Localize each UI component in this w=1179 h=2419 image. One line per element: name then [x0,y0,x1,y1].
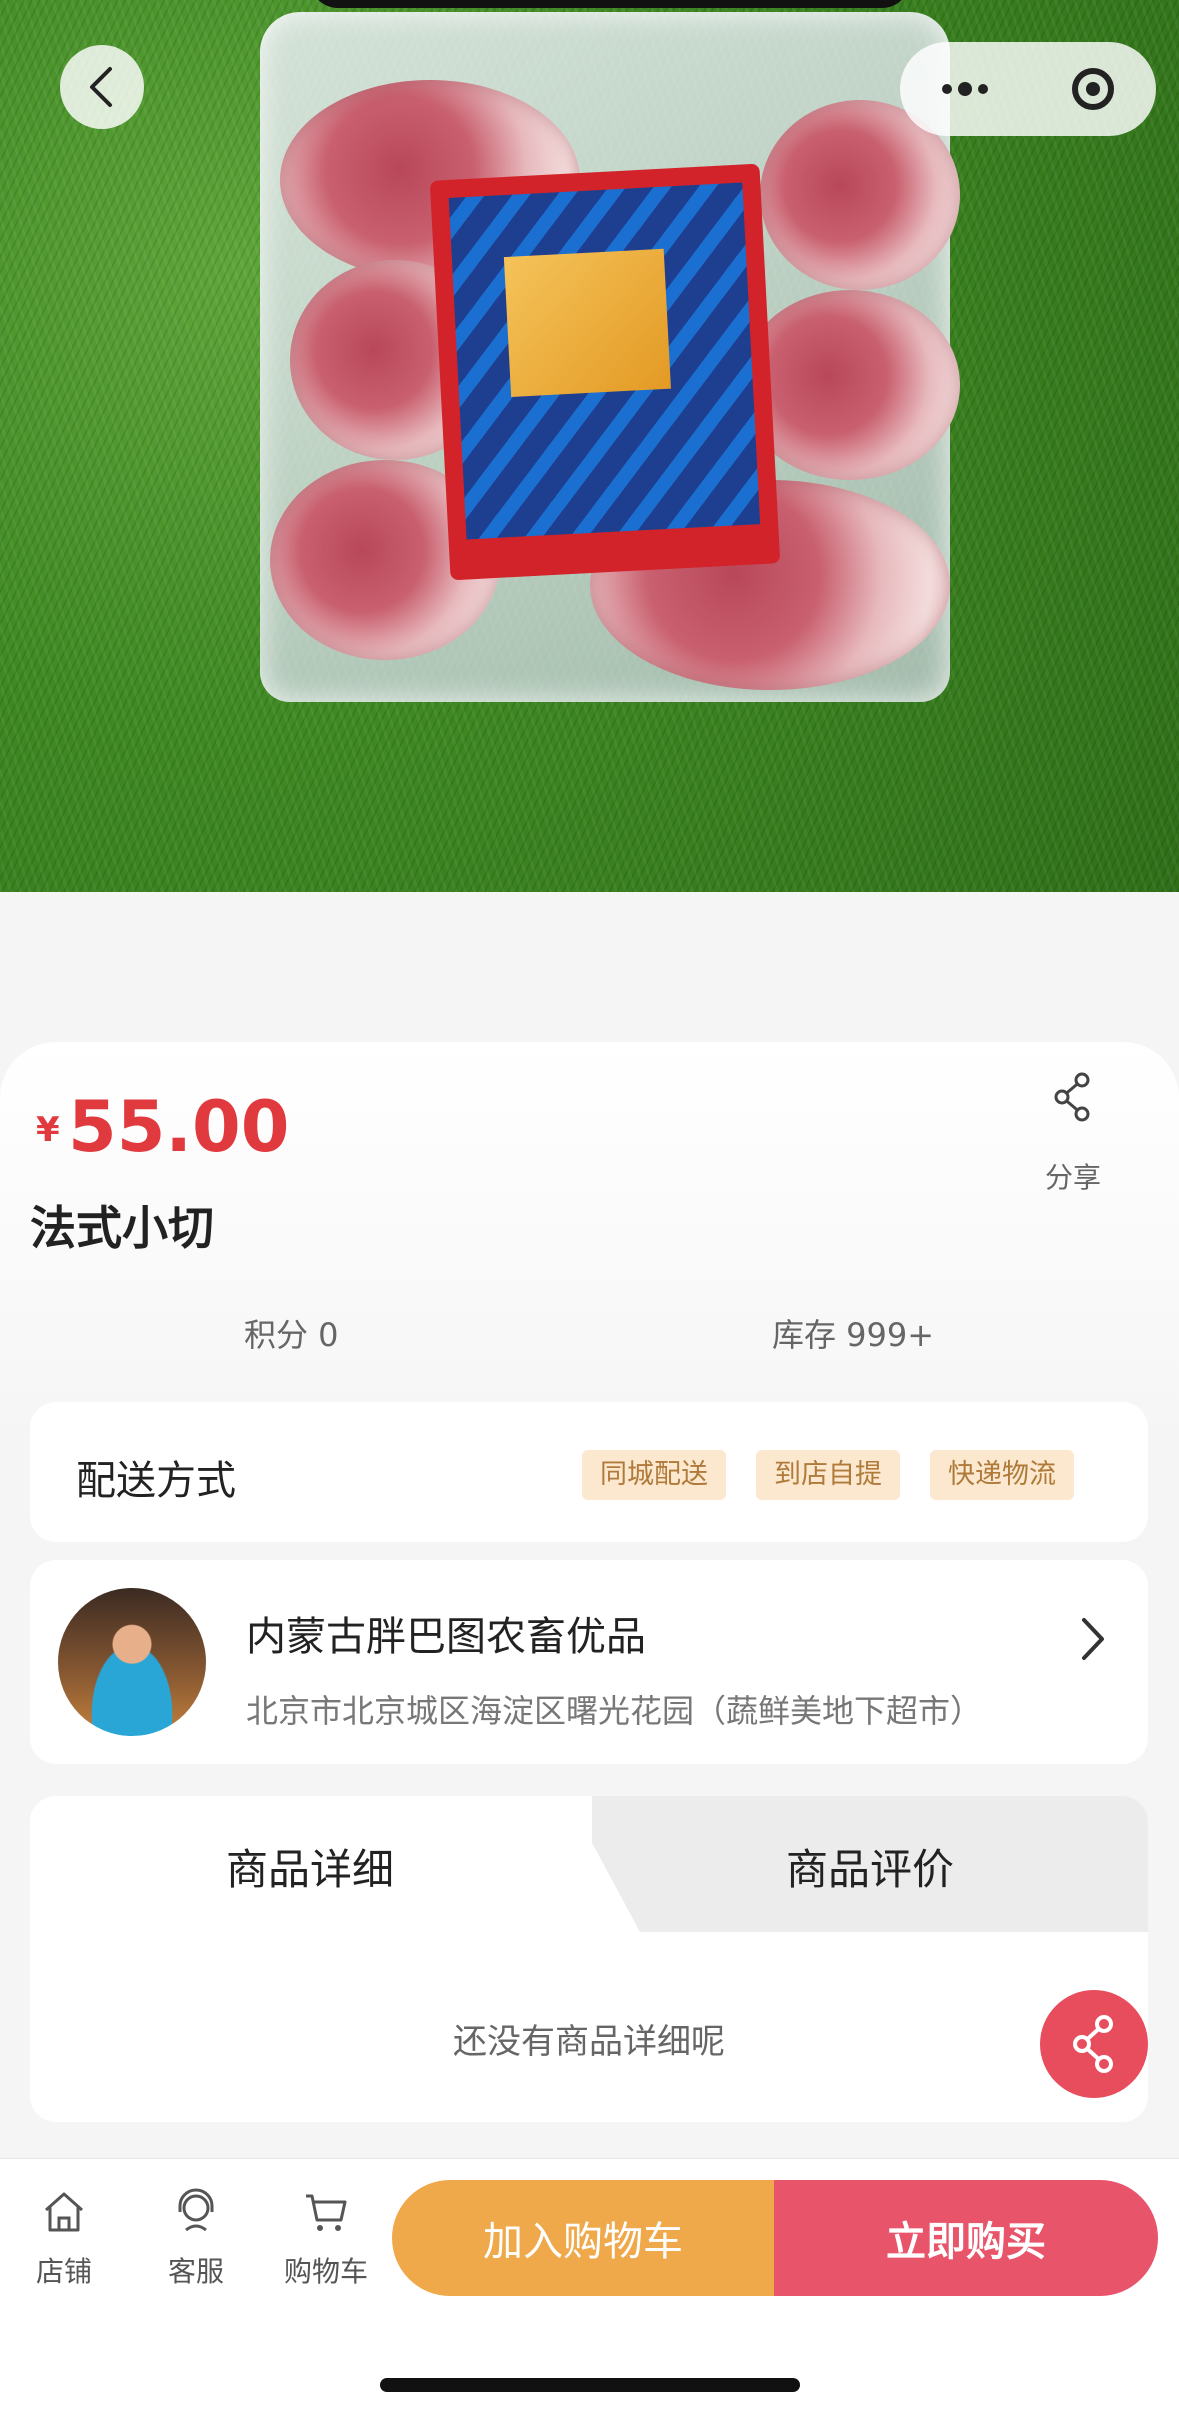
currency-symbol: ¥ [36,1110,60,1150]
empty-detail-text: 还没有商品详细呢 [453,2022,725,2062]
buy-now-button[interactable]: 立即购买 [774,2180,1158,2296]
add-to-cart-button[interactable]: 加入购物车 [392,2180,774,2296]
delivery-method-label: 配送方式 [76,1458,236,1504]
chevron-left-icon [90,67,112,107]
points-label: 积分 0 [244,1316,339,1354]
nav-store-label: 店铺 [35,2255,92,2288]
share-button[interactable] [1040,1070,1106,1128]
share-label[interactable]: 分享 [1030,1156,1116,1196]
tab-reviews-label[interactable]: 商品评价 [786,1836,954,1897]
store-icon [45,2192,83,2232]
nav-customer-service[interactable]: 客服 [146,2186,246,2290]
mini-program-capsule [900,42,1156,136]
nav-store[interactable]: 店铺 [14,2186,114,2290]
home-indicator [380,2378,800,2392]
more-icon[interactable] [942,82,988,96]
camera-notch [310,0,910,8]
delivery-tag-pickup: 到店自提 [756,1450,900,1500]
floating-share-button[interactable] [1040,1990,1148,2098]
stock-label: 库存 999+ [772,1316,935,1354]
cart-icon [306,2194,347,2231]
store-name[interactable]: 内蒙古胖巴图农畜优品 [246,1604,646,1662]
nav-customer-service-label: 客服 [167,2255,224,2288]
nav-cart[interactable]: 购物车 [276,2186,376,2290]
nav-cart-label: 购物车 [283,2255,368,2288]
close-target-icon[interactable] [1072,68,1114,110]
tab-details-label[interactable]: 商品详细 [226,1836,394,1897]
back-button[interactable] [60,45,144,129]
delivery-tag-express: 快递物流 [930,1450,1074,1500]
package-label [429,163,781,581]
share-icon [1054,1072,1090,1122]
store-address: 北京市北京城区海淀区曙光花园（蔬鲜美地下超市） [246,1692,983,1730]
chevron-right-icon[interactable] [1070,1614,1114,1664]
store-avatar [58,1588,206,1736]
product-title: 法式小切 [30,1201,214,1255]
delivery-tag-local: 同城配送 [582,1450,726,1500]
customer-service-icon [178,2188,214,2232]
share-icon [1073,2015,1113,2073]
product-price: 55.00 [68,1086,290,1168]
